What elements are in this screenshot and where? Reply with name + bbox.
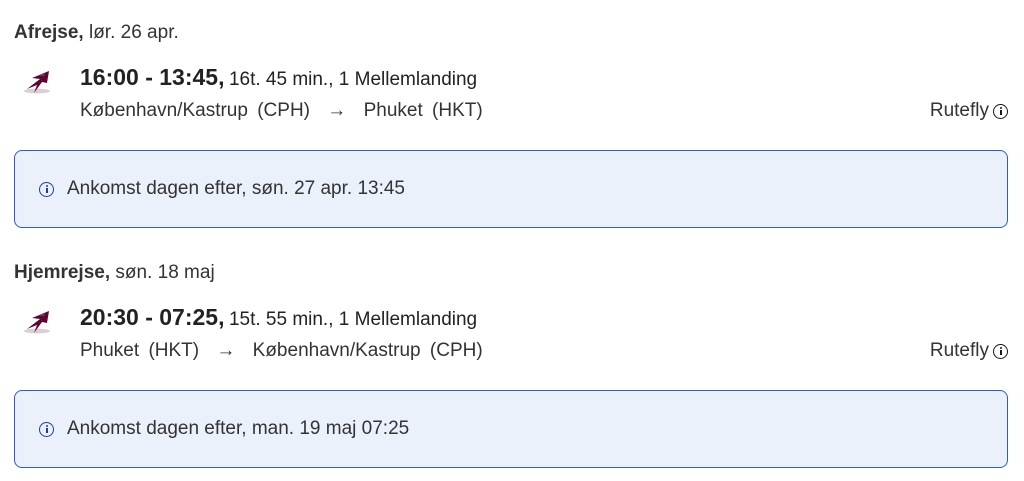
outbound-flight-type[interactable]: Rutefly	[930, 100, 1008, 122]
outbound-heading: Afrejse, lør. 26 apr.	[14, 22, 179, 44]
outbound-label: Afrejse,	[14, 22, 84, 43]
return-label: Hjemrejse,	[14, 262, 111, 283]
route-arrow-icon: →	[327, 100, 347, 121]
return-route: Phuket (HKT) → København/Kastrup (CPH)	[80, 340, 483, 362]
return-times-line: 20:30 - 07:25, 15t. 55 min., 1 Mellemlan…	[80, 304, 477, 331]
airline-logo-icon	[20, 306, 54, 338]
return-origin-city: Phuket	[80, 340, 140, 361]
info-icon[interactable]	[993, 343, 1008, 359]
airline-logo-icon	[20, 66, 54, 98]
flight-type-label: Rutefly	[929, 340, 989, 361]
outbound-destination-code: (HKT)	[432, 100, 483, 121]
notice-text: Ankomst dagen efter, man. 19 maj 07:25	[67, 418, 410, 439]
outbound-destination-city: Phuket	[363, 100, 423, 121]
return-duration: 15t. 55 min., 1 Mellemlanding	[228, 309, 478, 330]
return-origin-code: (HKT)	[148, 340, 200, 361]
route-arrow-icon: →	[216, 340, 236, 361]
outbound-origin-city: København/Kastrup	[80, 100, 248, 121]
return-date: søn. 18 maj	[115, 262, 215, 283]
outbound-times: 16:00 - 13:45,	[80, 64, 225, 90]
flight-type-label: Rutefly	[929, 100, 989, 121]
return-destination-code: (CPH)	[429, 340, 483, 361]
outbound-arrival-notice: Ankomst dagen efter, søn. 27 apr. 13:45	[14, 150, 1008, 228]
notice-text: Ankomst dagen efter, søn. 27 apr. 13:45	[67, 178, 405, 199]
return-flight-type[interactable]: Rutefly	[930, 340, 1008, 362]
return-destination-city: København/Kastrup	[252, 340, 421, 361]
return-arrival-notice: Ankomst dagen efter, man. 19 maj 07:25	[14, 390, 1008, 468]
outbound-route: København/Kastrup (CPH) → Phuket (HKT)	[80, 100, 483, 122]
outbound-date: lør. 26 apr.	[88, 22, 179, 43]
outbound-duration: 16t. 45 min., 1 Mellemlanding	[228, 69, 478, 90]
outbound-times-line: 16:00 - 13:45, 16t. 45 min., 1 Mellemlan…	[80, 64, 477, 91]
info-icon	[39, 181, 54, 197]
return-times: 20:30 - 07:25,	[80, 304, 225, 330]
info-icon	[39, 421, 54, 437]
return-heading: Hjemrejse, søn. 18 maj	[14, 262, 215, 284]
outbound-origin-code: (CPH)	[257, 100, 311, 121]
info-icon[interactable]	[993, 103, 1008, 119]
